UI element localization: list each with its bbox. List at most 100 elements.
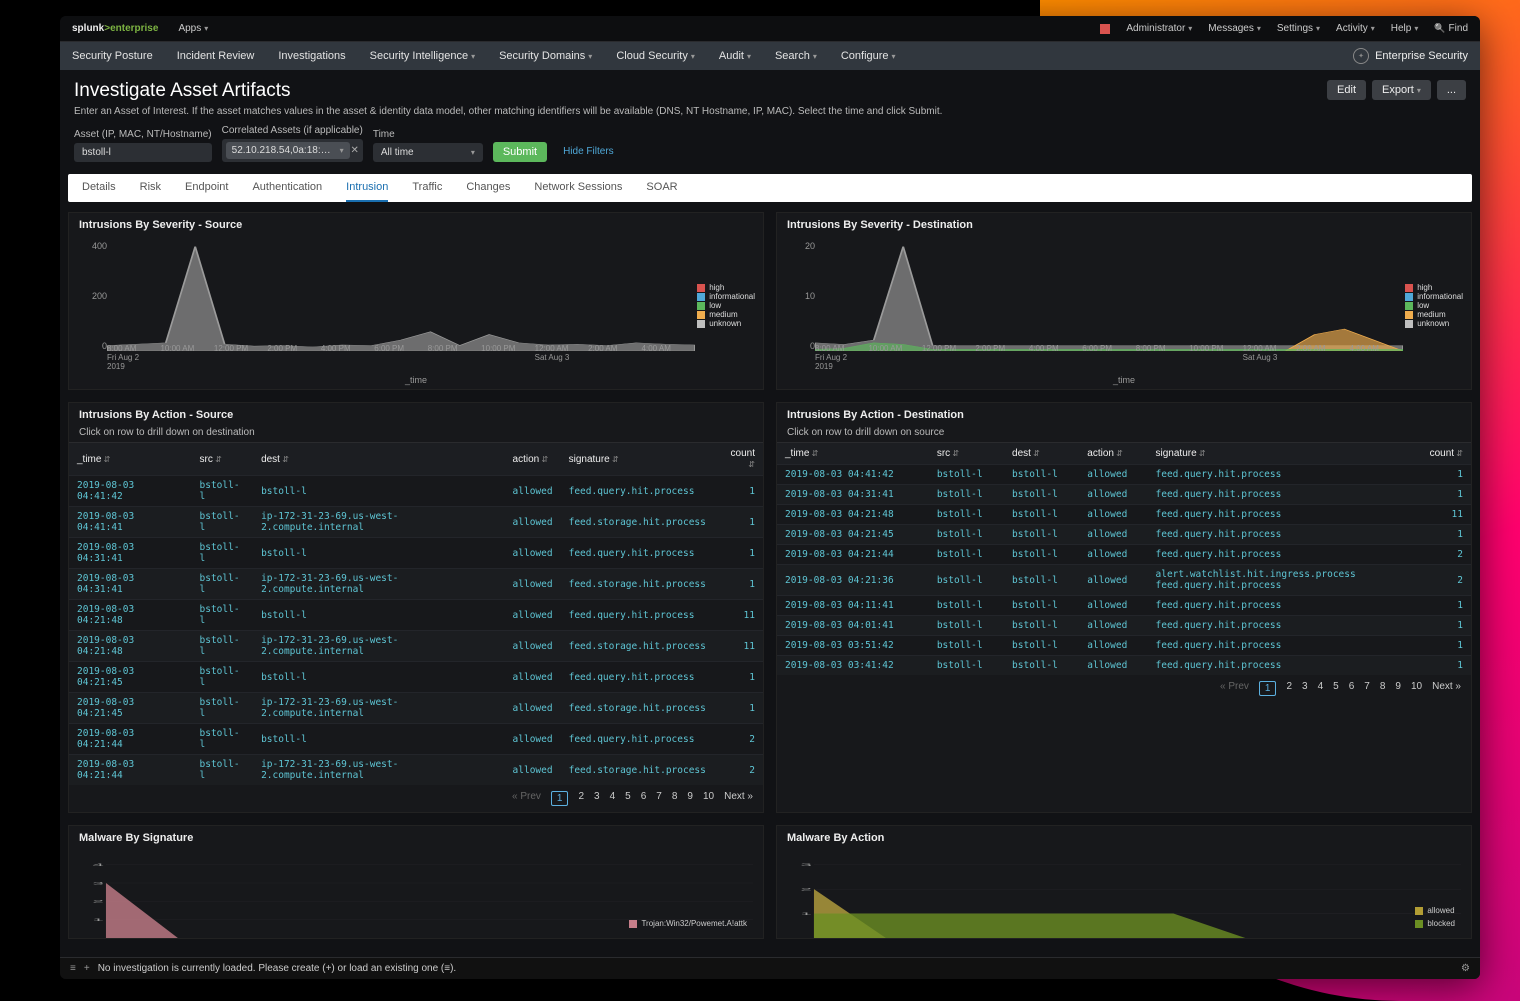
pager-page-2[interactable]: 2: [1286, 681, 1292, 696]
export-button[interactable]: Export: [1372, 80, 1431, 100]
pager-prev[interactable]: « Prev: [512, 791, 541, 806]
hide-filters-link[interactable]: Hide Filters: [563, 146, 614, 162]
tab-intrusion[interactable]: Intrusion: [346, 174, 388, 202]
pager-page-10[interactable]: 10: [1411, 681, 1422, 696]
nav-security-domains[interactable]: Security Domains: [499, 50, 592, 62]
col-action[interactable]: action: [1079, 443, 1147, 465]
table-row[interactable]: 2019-08-03 04:41:41bstoll-lip-172-31-23-…: [69, 507, 763, 538]
col-signature[interactable]: signature: [561, 443, 714, 476]
nav-security-posture[interactable]: Security Posture: [72, 50, 153, 62]
pager-page-5[interactable]: 5: [625, 791, 631, 806]
nav-cloud-security[interactable]: Cloud Security: [616, 50, 695, 62]
pager-page-7[interactable]: 7: [656, 791, 662, 806]
nav-configure[interactable]: Configure: [841, 50, 896, 62]
legend-medium[interactable]: medium: [1405, 310, 1463, 319]
tab-risk[interactable]: Risk: [140, 174, 161, 202]
messages-menu[interactable]: Messages: [1208, 23, 1261, 34]
col-dest[interactable]: dest: [1004, 443, 1079, 465]
pager-page-7[interactable]: 7: [1364, 681, 1370, 696]
table-row[interactable]: 2019-08-03 04:11:41bstoll-lbstoll-lallow…: [777, 596, 1471, 616]
col-dest[interactable]: dest: [253, 443, 504, 476]
col-time[interactable]: _time: [69, 443, 192, 476]
table-row[interactable]: 2019-08-03 04:21:48bstoll-lip-172-31-23-…: [69, 631, 763, 662]
col-src[interactable]: src: [192, 443, 254, 476]
settings-icon[interactable]: ⚙: [1461, 963, 1470, 974]
table-row[interactable]: 2019-08-03 04:21:44bstoll-lbstoll-lallow…: [777, 545, 1471, 565]
pager-page-10[interactable]: 10: [703, 791, 714, 806]
pager-page-8[interactable]: 8: [672, 791, 678, 806]
col-count[interactable]: count: [714, 443, 763, 476]
user-menu[interactable]: Administrator: [1126, 23, 1192, 34]
legend-allowed[interactable]: allowed: [1415, 906, 1454, 915]
table-row[interactable]: 2019-08-03 04:21:45bstoll-lbstoll-lallow…: [69, 662, 763, 693]
table-row[interactable]: 2019-08-03 04:41:42bstoll-lbstoll-lallow…: [69, 476, 763, 507]
legend-blocked[interactable]: blocked: [1415, 919, 1455, 928]
more-actions-button[interactable]: ...: [1437, 80, 1466, 100]
pager-page-5[interactable]: 5: [1333, 681, 1339, 696]
tab-network-sessions[interactable]: Network Sessions: [534, 174, 622, 202]
table-row[interactable]: 2019-08-03 04:31:41bstoll-lbstoll-lallow…: [777, 485, 1471, 505]
pager-page-8[interactable]: 8: [1380, 681, 1386, 696]
nav-audit[interactable]: Audit: [719, 50, 751, 62]
legend-unknown[interactable]: unknown: [1405, 319, 1463, 328]
tab-traffic[interactable]: Traffic: [412, 174, 442, 202]
settings-menu[interactable]: Settings: [1277, 23, 1320, 34]
table-row[interactable]: 2019-08-03 03:51:42bstoll-lbstoll-lallow…: [777, 636, 1471, 656]
add-icon[interactable]: +: [84, 963, 90, 974]
tab-details[interactable]: Details: [82, 174, 116, 202]
col-action[interactable]: action: [505, 443, 561, 476]
nav-search[interactable]: Search: [775, 50, 817, 62]
tab-changes[interactable]: Changes: [466, 174, 510, 202]
table-row[interactable]: 2019-08-03 04:21:44bstoll-lbstoll-lallow…: [69, 724, 763, 755]
legend-medium[interactable]: medium: [697, 310, 755, 319]
time-range-dropdown[interactable]: All time: [373, 143, 483, 162]
tab-authentication[interactable]: Authentication: [252, 174, 322, 202]
alert-indicator-icon[interactable]: [1100, 24, 1110, 34]
activity-menu[interactable]: Activity: [1336, 23, 1375, 34]
pager-page-1[interactable]: 1: [1259, 681, 1277, 696]
asset-input[interactable]: bstoll-l: [74, 143, 212, 162]
table-row[interactable]: 2019-08-03 04:21:48bstoll-lbstoll-lallow…: [69, 600, 763, 631]
table-row[interactable]: 2019-08-03 03:41:42bstoll-lbstoll-lallow…: [777, 656, 1471, 676]
col-signature[interactable]: signature: [1148, 443, 1411, 465]
pager-page-6[interactable]: 6: [1349, 681, 1355, 696]
table-row[interactable]: 2019-08-03 04:21:48bstoll-lbstoll-lallow…: [777, 505, 1471, 525]
submit-button[interactable]: Submit: [493, 142, 547, 162]
tab-soar[interactable]: SOAR: [646, 174, 677, 202]
legend-low[interactable]: low: [697, 301, 755, 310]
pager-page-9[interactable]: 9: [687, 791, 693, 806]
col-count[interactable]: count: [1411, 443, 1471, 465]
legend-unknown[interactable]: unknown: [697, 319, 755, 328]
pager-page-4[interactable]: 4: [610, 791, 616, 806]
table-row[interactable]: 2019-08-03 04:01:41bstoll-lbstoll-lallow…: [777, 616, 1471, 636]
legend-trojan-win32-powemet-a-attk[interactable]: Trojan:Win32/Powemet.A!attk: [629, 919, 747, 928]
table-row[interactable]: 2019-08-03 04:41:42bstoll-lbstoll-lallow…: [777, 465, 1471, 485]
pager-page-4[interactable]: 4: [1318, 681, 1324, 696]
tab-endpoint[interactable]: Endpoint: [185, 174, 228, 202]
pager-page-3[interactable]: 3: [1302, 681, 1308, 696]
chevron-down-icon[interactable]: [337, 145, 344, 156]
col-time[interactable]: _time: [777, 443, 929, 465]
pager-next[interactable]: Next »: [724, 791, 753, 806]
legend-high[interactable]: high: [1405, 283, 1463, 292]
table-row[interactable]: 2019-08-03 04:21:36bstoll-lbstoll-lallow…: [777, 565, 1471, 596]
legend-high[interactable]: high: [697, 283, 755, 292]
table-row[interactable]: 2019-08-03 04:21:44bstoll-lip-172-31-23-…: [69, 755, 763, 786]
list-icon[interactable]: ≡: [70, 963, 76, 974]
pager-page-6[interactable]: 6: [641, 791, 647, 806]
legend-low[interactable]: low: [1405, 301, 1463, 310]
pager-page-3[interactable]: 3: [594, 791, 600, 806]
correlated-token-field[interactable]: 52.10.218.54,0a:18:… ✕: [222, 139, 363, 162]
nav-incident-review[interactable]: Incident Review: [177, 50, 255, 62]
table-row[interactable]: 2019-08-03 04:21:45bstoll-lbstoll-lallow…: [777, 525, 1471, 545]
edit-button[interactable]: Edit: [1327, 80, 1366, 100]
nav-security-intelligence[interactable]: Security Intelligence: [370, 50, 475, 62]
legend-informational[interactable]: informational: [1405, 292, 1463, 301]
table-row[interactable]: 2019-08-03 04:31:41bstoll-lbstoll-lallow…: [69, 538, 763, 569]
pager-next[interactable]: Next »: [1432, 681, 1461, 696]
find-link[interactable]: Find: [1434, 23, 1468, 34]
legend-informational[interactable]: informational: [697, 292, 755, 301]
col-src[interactable]: src: [929, 443, 1004, 465]
nav-investigations[interactable]: Investigations: [278, 50, 345, 62]
pager-page-9[interactable]: 9: [1395, 681, 1401, 696]
